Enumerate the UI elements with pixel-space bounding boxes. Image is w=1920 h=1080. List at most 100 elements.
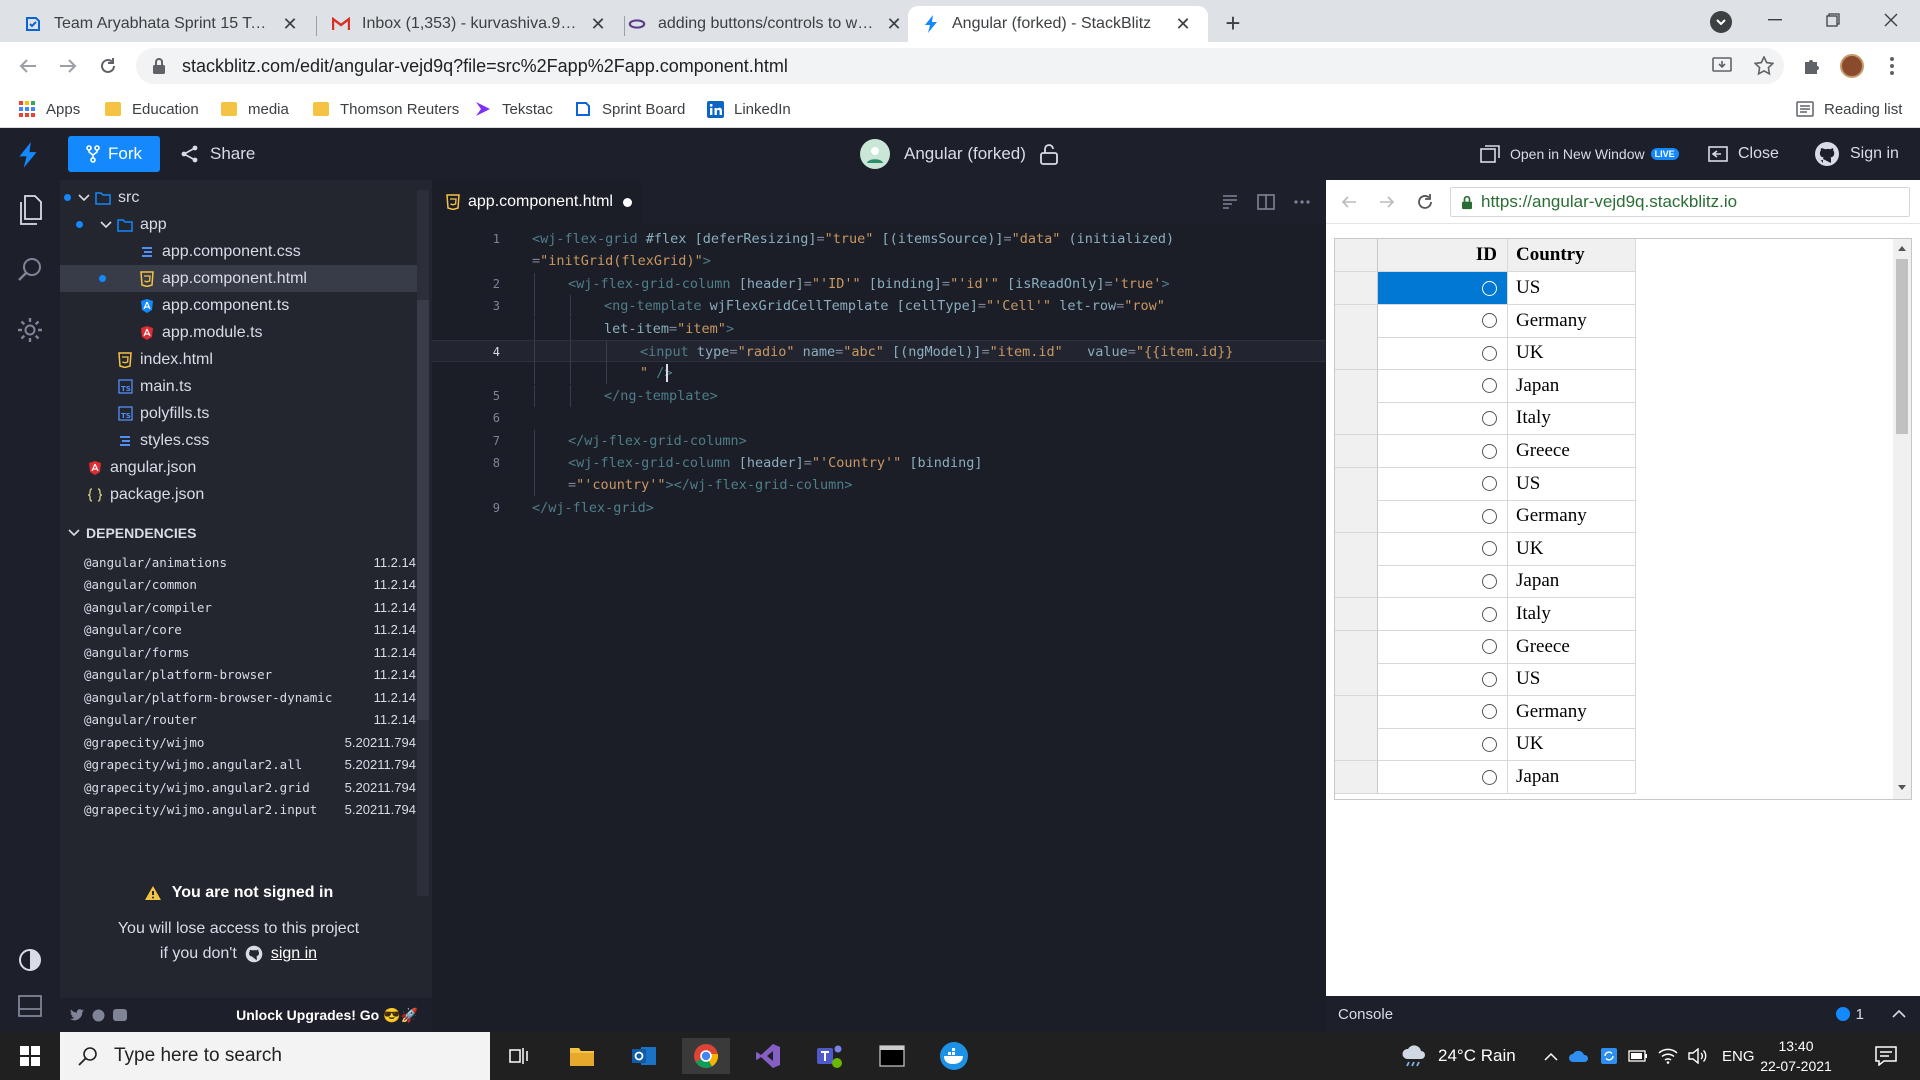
radio-button[interactable] — [1482, 736, 1497, 752]
bookmark-linkedin[interactable]: LinkedIn — [706, 98, 791, 120]
table-row[interactable]: US — [1335, 272, 1636, 305]
settings-gear-icon[interactable] — [14, 314, 46, 346]
code-line[interactable]: 8 <wj-flex-grid-column [header]="'Country… — [432, 452, 1326, 474]
table-row[interactable]: UK — [1335, 532, 1636, 566]
radio-button[interactable] — [1482, 476, 1497, 492]
code-line[interactable]: 1 <wj-flex-grid #flex [deferResizing]="tr… — [432, 228, 1326, 250]
theme-toggle-icon[interactable] — [14, 944, 46, 976]
twitter-icon[interactable] — [70, 1009, 84, 1021]
row-header[interactable] — [1335, 565, 1378, 599]
split-editor-icon[interactable] — [1256, 192, 1276, 212]
volume-icon[interactable] — [1688, 1048, 1708, 1064]
grid-scroll-thumb[interactable] — [1896, 259, 1908, 434]
code-line[interactable]: 3 <ng-template wjFlexGridCellTemplate [ce… — [432, 295, 1326, 318]
radio-button[interactable] — [1482, 313, 1497, 329]
flex-grid[interactable]: ID Country US Germany UK Japan Italy Greece US… — [1334, 238, 1912, 800]
country-cell[interactable]: Italy — [1508, 598, 1636, 631]
close-icon[interactable]: ✕ — [883, 13, 905, 35]
table-row[interactable]: Japan — [1335, 761, 1636, 794]
docker-icon[interactable] — [930, 1038, 978, 1074]
country-cell[interactable]: Japan — [1508, 565, 1636, 599]
bookmark-thomson-reuters[interactable]: Thomson Reuters — [312, 98, 459, 120]
grid-header-id[interactable]: ID — [1378, 239, 1508, 272]
discord-icon[interactable] — [113, 1009, 127, 1021]
country-cell[interactable]: Germany — [1508, 304, 1636, 338]
profile-avatar[interactable] — [1840, 54, 1864, 78]
radio-button[interactable] — [1482, 573, 1497, 589]
scroll-up-icon[interactable] — [1898, 245, 1906, 251]
radio-button[interactable] — [1482, 639, 1497, 655]
country-cell[interactable]: UK — [1508, 728, 1636, 762]
table-row[interactable]: Italy — [1335, 402, 1636, 436]
id-cell[interactable] — [1378, 402, 1508, 436]
code-line[interactable]: " /> — [432, 362, 1326, 385]
input-language[interactable]: ENG — [1722, 1032, 1755, 1080]
id-cell[interactable] — [1378, 500, 1508, 534]
id-cell[interactable] — [1378, 272, 1508, 305]
radio-button[interactable] — [1482, 769, 1497, 785]
row-header[interactable] — [1335, 402, 1378, 436]
stackblitz-logo-icon[interactable] — [18, 142, 38, 168]
code-line[interactable]: ="initGrid(flexGrid)"> — [432, 250, 1326, 272]
id-cell[interactable] — [1378, 532, 1508, 566]
radio-button[interactable] — [1482, 443, 1497, 459]
search-icon[interactable] — [14, 254, 46, 286]
close-icon[interactable]: ✕ — [1172, 13, 1194, 35]
id-cell[interactable] — [1378, 435, 1508, 468]
row-header[interactable] — [1335, 761, 1378, 794]
panel-layout-icon[interactable] — [14, 990, 46, 1022]
row-header[interactable] — [1335, 369, 1378, 403]
reading-list[interactable]: Reading list — [1796, 98, 1902, 120]
console-message-count[interactable]: 1 — [1835, 996, 1864, 1032]
new-tab-button[interactable]: + — [1218, 8, 1248, 38]
row-header[interactable] — [1335, 337, 1378, 371]
country-cell[interactable]: Germany — [1508, 500, 1636, 534]
row-header[interactable] — [1335, 663, 1378, 697]
windows-start-icon[interactable] — [6, 1038, 54, 1074]
id-cell[interactable] — [1378, 663, 1508, 697]
id-cell[interactable] — [1378, 565, 1508, 599]
bookmark-tekstac[interactable]: Tekstac — [474, 98, 553, 120]
tab-search-icon[interactable] — [1710, 11, 1732, 33]
country-cell[interactable]: Greece — [1508, 435, 1636, 468]
table-row[interactable]: Greece — [1335, 630, 1636, 664]
radio-button[interactable] — [1482, 671, 1497, 687]
radio-button[interactable] — [1482, 606, 1497, 622]
grid-header-country[interactable]: Country — [1508, 239, 1636, 272]
tree-item[interactable]: styles.css — [60, 427, 417, 454]
teams-icon[interactable] — [806, 1038, 854, 1074]
id-cell[interactable] — [1378, 467, 1508, 501]
country-cell[interactable]: US — [1508, 663, 1636, 697]
files-icon[interactable] — [14, 194, 46, 226]
file-explorer-icon[interactable] — [558, 1038, 606, 1074]
visual-studio-icon[interactable] — [744, 1038, 792, 1074]
dependency-item[interactable]: @grapecity/wijmo.angular2.input 5.20211.7… — [84, 797, 416, 823]
radio-button[interactable] — [1482, 378, 1497, 394]
github-small-icon[interactable] — [92, 1009, 105, 1022]
chevron-up-icon[interactable] — [1892, 1009, 1906, 1018]
code-line[interactable]: 2 <wj-flex-grid-column [header]="'ID'" [b… — [432, 272, 1326, 295]
back-arrow-icon[interactable] — [14, 52, 42, 80]
scroll-down-icon[interactable] — [1898, 785, 1906, 791]
id-cell[interactable] — [1378, 728, 1508, 762]
radio-button[interactable] — [1482, 410, 1497, 426]
country-cell[interactable]: UK — [1508, 337, 1636, 371]
table-row[interactable]: Germany — [1335, 304, 1636, 338]
sign-in-button[interactable]: Sign in — [1814, 136, 1899, 172]
install-app-icon[interactable] — [1710, 54, 1734, 78]
row-header[interactable] — [1335, 304, 1378, 338]
row-header[interactable] — [1335, 630, 1378, 664]
radio-button[interactable] — [1482, 704, 1497, 720]
preview-forward-icon[interactable] — [1376, 191, 1398, 213]
fork-button[interactable]: Fork — [68, 136, 160, 172]
row-header[interactable] — [1335, 435, 1378, 468]
bookmark-education[interactable]: Education — [104, 98, 199, 120]
console-bar[interactable]: Console 1 — [1326, 996, 1920, 1032]
row-header[interactable] — [1335, 695, 1378, 729]
table-row[interactable]: Germany — [1335, 500, 1636, 534]
sign-in-link[interactable]: sign in — [271, 941, 317, 966]
row-header[interactable] — [1335, 500, 1378, 534]
code-line[interactable]: ="'country'"></wj-flex-grid-column> — [432, 474, 1326, 497]
chevron-up-icon[interactable] — [1544, 1052, 1558, 1061]
weather-widget[interactable]: 24°C Rain — [1400, 1032, 1516, 1080]
